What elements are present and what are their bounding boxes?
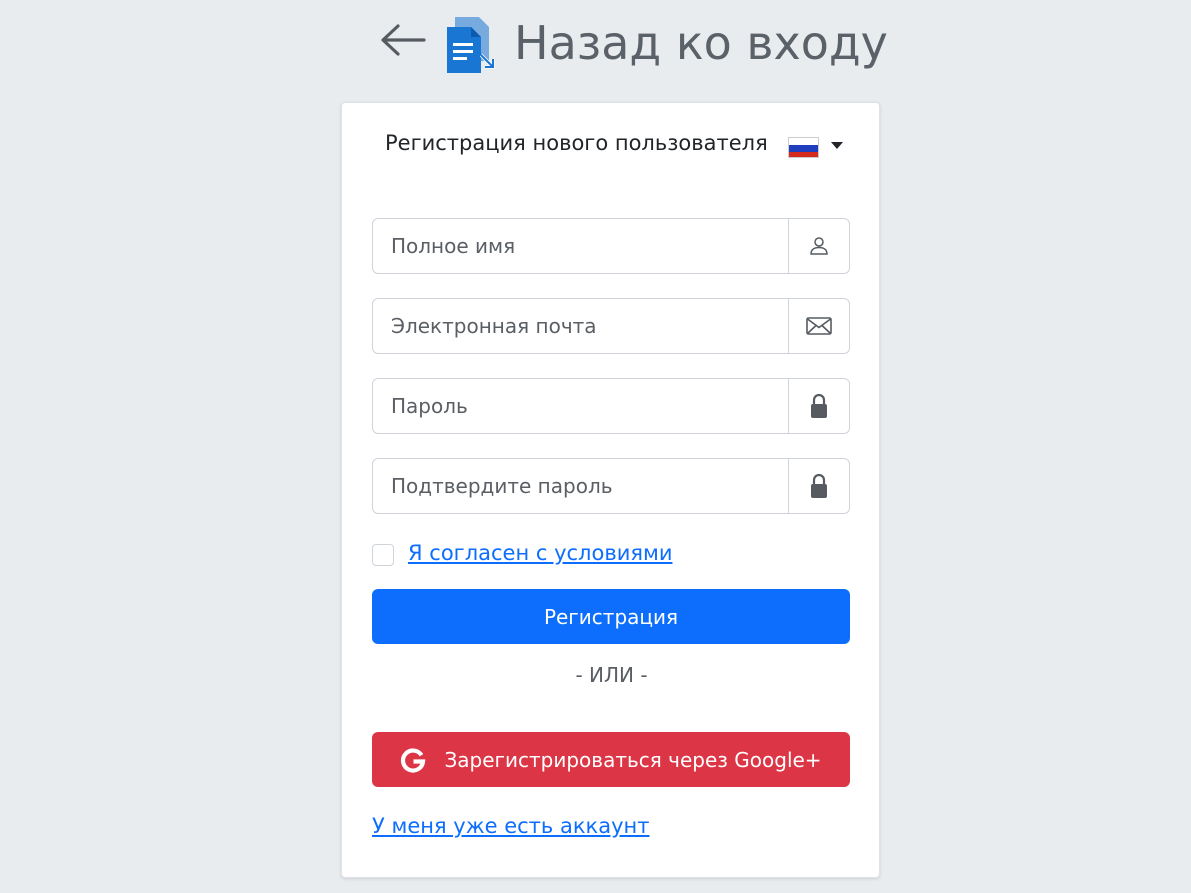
- caret-down-icon: [831, 142, 843, 149]
- terms-link[interactable]: Я согласен с условиями: [408, 541, 672, 565]
- email-group: [372, 298, 850, 354]
- register-button[interactable]: Регистрация: [372, 589, 850, 644]
- confirm-password-group: [372, 458, 850, 514]
- document-logo-icon: [447, 17, 495, 73]
- back-to-login-title[interactable]: Назад ко входу: [514, 14, 888, 72]
- registration-card: Регистрация нового пользователя Полное и…: [341, 102, 880, 878]
- lock-icon: [811, 473, 827, 498]
- google-icon: [401, 747, 426, 773]
- confirm-password-addon: [788, 459, 849, 513]
- header: Назад ко входу: [0, 0, 1191, 100]
- full-name-input[interactable]: [373, 219, 788, 273]
- password-input[interactable]: [373, 379, 788, 433]
- google-register-button[interactable]: Зарегистрироваться через Google+: [372, 732, 850, 787]
- or-divider: - ИЛИ -: [575, 663, 648, 687]
- user-icon: [810, 237, 828, 255]
- confirm-password-input[interactable]: [373, 459, 788, 513]
- russia-flag-icon: [788, 137, 819, 158]
- language-selector[interactable]: [788, 137, 848, 161]
- password-group: [372, 378, 850, 434]
- card-title: Регистрация нового пользователя: [385, 131, 768, 155]
- email-addon: [788, 299, 849, 353]
- google-register-label: Зарегистрироваться через Google+: [444, 747, 822, 772]
- terms-checkbox[interactable]: [372, 544, 394, 566]
- full-name-group: [372, 218, 850, 274]
- have-account-link[interactable]: У меня уже есть аккаунт: [372, 814, 649, 838]
- full-name-addon: [788, 219, 849, 273]
- password-addon: [788, 379, 849, 433]
- email-input[interactable]: [373, 299, 788, 353]
- lock-icon: [811, 393, 827, 418]
- back-arrow-icon[interactable]: [378, 22, 428, 58]
- envelope-icon: [806, 317, 832, 335]
- terms-row: Я согласен с условиями: [372, 541, 772, 569]
